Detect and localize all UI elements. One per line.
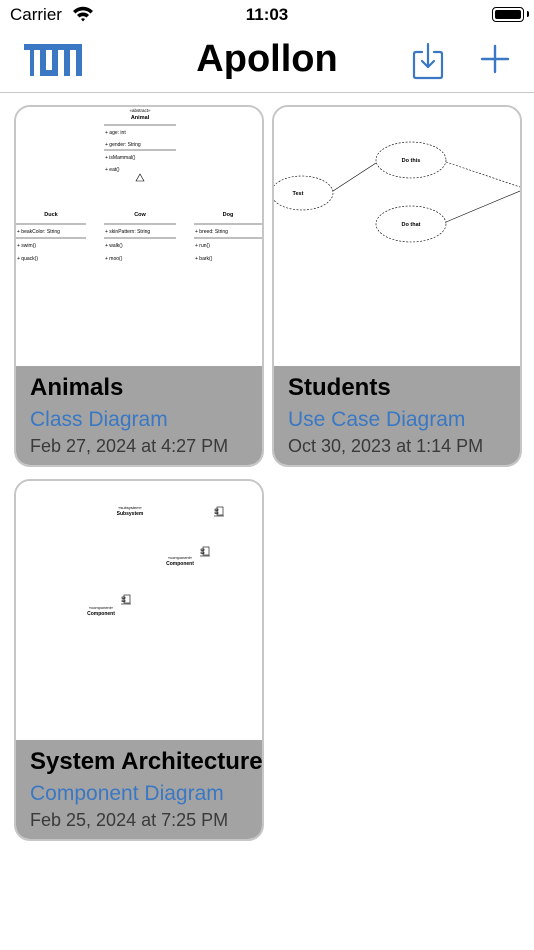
component-name: Component [87,611,115,617]
class-name: Cow [134,212,146,218]
use-case-diagram-thumbnail: Test Do this Do that [274,141,520,243]
diagram-date: Feb 25, 2024 at 7:25 PM [30,810,229,830]
diagram-type: Class Diagram [30,408,168,431]
diagram-card-system-architecture[interactable]: «subsystem» Subsystem «component» Compon… [14,479,264,841]
use-case-label: Test [293,191,304,197]
diagram-preview: «abstract» Animal + age: int + gender: S… [16,107,262,366]
diagram-preview: Test Do this Do that [274,107,520,366]
component-stereotype: «subsystem» [118,505,142,510]
class-stereotype: «abstract» [129,108,151,113]
diagram-title: System Architecture [30,748,263,775]
class-diagram-thumbnail: «abstract» Animal + age: int + gender: S… [16,108,262,262]
diagram-type: Use Case Diagram [288,408,466,431]
class-attribute: + age: int [105,130,126,136]
diagram-type: Component Diagram [30,782,224,805]
class-method: + walk() [105,243,123,249]
component-icon [200,546,210,557]
card-footer: Animals Class Diagram Feb 27, 2024 at 4:… [16,366,262,465]
class-method: + eat() [105,167,120,173]
class-attribute: + breed: String [195,229,228,235]
component-name: Subsystem [117,511,144,517]
plus-icon[interactable] [480,44,510,74]
class-method: + run() [195,243,210,249]
diagram-date: Feb 27, 2024 at 4:27 PM [30,436,229,456]
class-method: + isMammal() [105,155,136,161]
battery-icon [492,7,524,22]
diagram-title: Animals [30,374,124,401]
class-method: + moo() [105,256,123,262]
import-icon[interactable] [412,42,444,80]
status-bar: Carrier 11:03 [0,0,534,30]
card-footer: System Architecture Component Diagram Fe… [16,740,262,839]
class-name: Animal [131,115,150,121]
clock: 11:03 [245,5,289,24]
class-attribute: + skinPattern: String [105,229,150,235]
component-stereotype: «component» [168,555,193,560]
class-name: Dog [223,212,234,218]
diagram-preview: «subsystem» Subsystem «component» Compon… [16,481,262,740]
use-case-label: Do this [402,158,421,164]
use-case-ellipse [274,175,334,211]
component-diagram-thumbnail: «subsystem» Subsystem «component» Compon… [87,505,224,617]
class-method: + quack() [17,256,38,262]
diagram-card-animals[interactable]: «abstract» Animal + age: int + gender: S… [14,105,264,467]
class-method: + swim() [17,243,36,249]
diagram-title: Students [288,374,391,401]
component-icon [121,594,131,605]
component-name: Component [166,561,194,567]
use-case-label: Do that [402,222,421,228]
card-footer: Students Use Case Diagram Oct 30, 2023 a… [274,366,520,465]
inheritance-arrow [135,173,145,182]
class-method: + bark() [195,256,213,262]
diagram-card-students[interactable]: Test Do this Do that Students Use Case D… [272,105,522,467]
component-icon [214,506,224,517]
diagram-date: Oct 30, 2023 at 1:14 PM [288,436,484,456]
page-title: Apollon [196,38,338,80]
class-name: Duck [44,212,58,218]
class-attribute: + beakColor: String [17,229,60,235]
class-attribute: + gender: String [105,142,141,148]
component-stereotype: «component» [89,605,114,610]
navigation-bar: Apollon [0,30,534,93]
